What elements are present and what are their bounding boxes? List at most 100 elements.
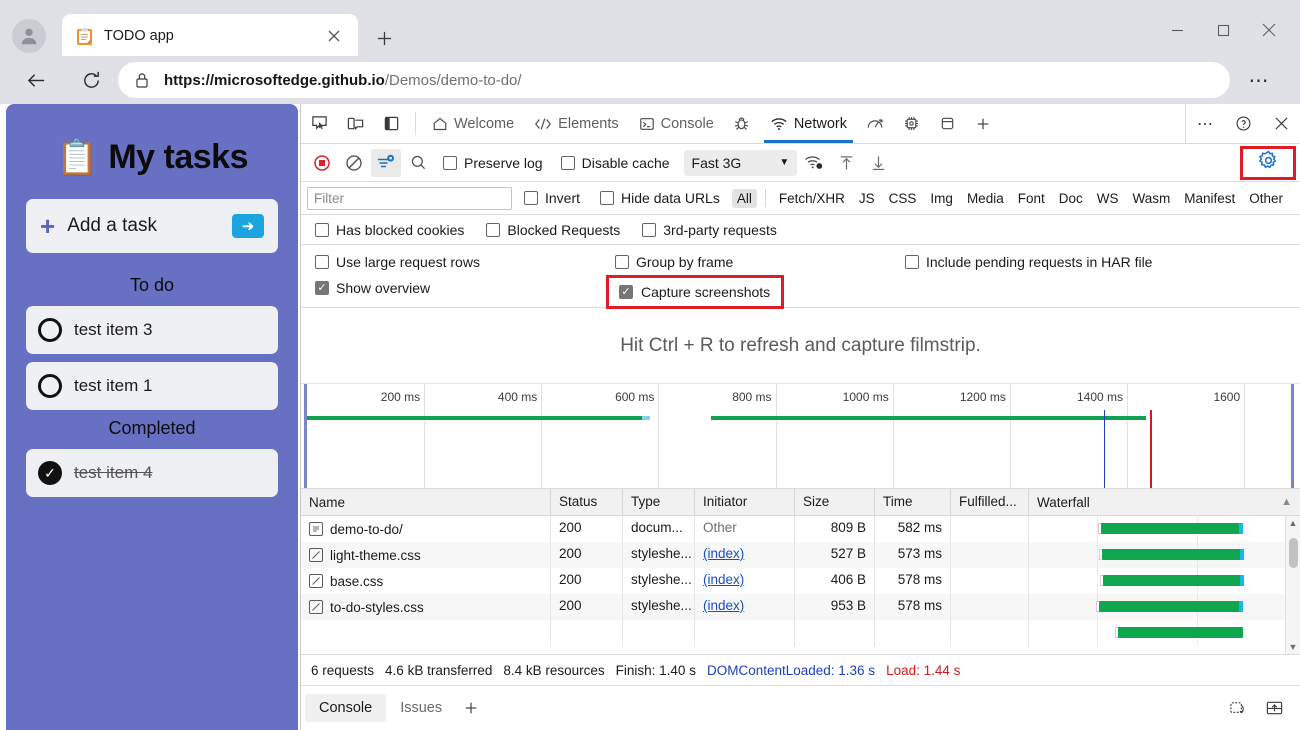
- checkbox-icon[interactable]: [905, 255, 919, 269]
- type-filter-wasm[interactable]: Wasm: [1128, 189, 1176, 208]
- type-filter-css[interactable]: CSS: [884, 189, 922, 208]
- type-filter-ws[interactable]: WS: [1092, 189, 1124, 208]
- network-overview-timeline[interactable]: 200 ms400 ms600 ms800 ms1000 ms1200 ms14…: [301, 384, 1300, 489]
- application-icon[interactable]: [929, 104, 965, 143]
- browser-tab[interactable]: TODO app: [62, 14, 358, 58]
- checkbox-icon[interactable]: [561, 156, 575, 170]
- dock-bottom-icon[interactable]: [1258, 693, 1290, 723]
- blocked-requests-checkbox[interactable]: Blocked Requests: [478, 222, 628, 238]
- device-toolbar-icon[interactable]: [337, 104, 373, 143]
- checkbox-icon[interactable]: [443, 156, 457, 170]
- profile-avatar[interactable]: [12, 19, 46, 53]
- task-item[interactable]: test item 1: [26, 362, 278, 410]
- type-filter-js[interactable]: JS: [854, 189, 880, 208]
- performance-icon[interactable]: [857, 104, 893, 143]
- drawer-tab-console[interactable]: Console: [305, 694, 386, 722]
- column-header-fulfilled[interactable]: Fulfilled...: [951, 489, 1029, 515]
- clear-icon[interactable]: [339, 149, 369, 177]
- record-stop-icon[interactable]: [307, 149, 337, 177]
- upload-icon[interactable]: [831, 149, 861, 177]
- table-row[interactable]: demo-to-do/200docum...Other809 B582 ms: [301, 516, 1300, 542]
- scroll-up-icon[interactable]: ▲: [1289, 516, 1298, 530]
- hide-data-urls-checkbox[interactable]: Hide data URLs: [592, 190, 728, 206]
- type-filter-fetchxhr[interactable]: Fetch/XHR: [774, 189, 850, 208]
- reload-icon[interactable]: [73, 62, 109, 98]
- checkbox-icon[interactable]: [619, 285, 633, 299]
- invert-checkbox[interactable]: Invert: [516, 190, 588, 206]
- task-item[interactable]: test item 3: [26, 306, 278, 354]
- cell-initiator[interactable]: (index): [695, 542, 795, 568]
- use-large-request-rows-checkbox[interactable]: Use large request rows: [307, 254, 607, 270]
- type-filter-img[interactable]: Img: [925, 189, 958, 208]
- column-header-name[interactable]: Name: [301, 489, 551, 515]
- scroll-down-icon[interactable]: ▼: [1289, 640, 1298, 654]
- scrollbar-thumb[interactable]: [1289, 538, 1298, 568]
- tab-welcome[interactable]: Welcome: [422, 104, 524, 143]
- table-row[interactable]: light-theme.css200styleshe...(index)527 …: [301, 542, 1300, 568]
- checkbox-icon[interactable]: [642, 223, 656, 237]
- task-checkbox-icon[interactable]: [38, 374, 62, 398]
- checkbox-icon[interactable]: [600, 191, 614, 205]
- memory-icon[interactable]: [893, 104, 929, 143]
- table-scrollbar[interactable]: ▲▼: [1285, 516, 1300, 654]
- filter-input[interactable]: [307, 187, 512, 210]
- more-options-icon[interactable]: ⋯: [1186, 104, 1224, 144]
- back-icon[interactable]: [18, 62, 54, 98]
- add-task-field[interactable]: + Add a task ➜: [26, 199, 278, 253]
- search-icon[interactable]: [403, 149, 433, 177]
- maximize-icon[interactable]: [1200, 12, 1246, 48]
- type-filter-doc[interactable]: Doc: [1054, 189, 1088, 208]
- column-header-type[interactable]: Type: [623, 489, 695, 515]
- column-header-time[interactable]: Time: [875, 489, 951, 515]
- type-filter-manifest[interactable]: Manifest: [1179, 189, 1240, 208]
- add-panel-icon[interactable]: [965, 104, 1001, 143]
- filter-icon[interactable]: [371, 149, 401, 177]
- column-header-size[interactable]: Size: [795, 489, 875, 515]
- type-filter-font[interactable]: Font: [1013, 189, 1050, 208]
- has-blocked-cookies-checkbox[interactable]: Has blocked cookies: [307, 222, 472, 238]
- include-pending-har-checkbox[interactable]: Include pending requests in HAR file: [897, 254, 1160, 270]
- checkbox-icon[interactable]: [315, 223, 329, 237]
- sort-ascending-icon[interactable]: ▲: [1281, 496, 1292, 508]
- download-icon[interactable]: [863, 149, 893, 177]
- help-icon[interactable]: [1224, 104, 1262, 144]
- network-settings-icon[interactable]: [799, 149, 829, 177]
- browser-more-icon[interactable]: ⋯: [1244, 66, 1274, 94]
- tab-console[interactable]: Console: [629, 104, 724, 143]
- show-overview-checkbox[interactable]: Show overview: [307, 280, 607, 296]
- minimize-icon[interactable]: [1154, 12, 1200, 48]
- drawer-add-tab-icon[interactable]: [456, 693, 486, 723]
- column-header-initiator[interactable]: Initiator: [695, 489, 795, 515]
- checkbox-icon[interactable]: [486, 223, 500, 237]
- initiator-link[interactable]: (index): [703, 546, 744, 561]
- checkbox-icon[interactable]: [524, 191, 538, 205]
- task-checked-icon[interactable]: ✓: [38, 461, 62, 485]
- throttling-select[interactable]: Fast 3G ▼: [684, 150, 798, 176]
- disable-cache-checkbox[interactable]: Disable cache: [553, 155, 678, 171]
- cell-initiator[interactable]: (index): [695, 594, 795, 620]
- inspect-icon[interactable]: [301, 104, 337, 143]
- initiator-link[interactable]: (index): [703, 598, 744, 613]
- type-filter-all[interactable]: All: [732, 189, 757, 208]
- third-party-requests-checkbox[interactable]: 3rd-party requests: [634, 222, 785, 238]
- checkbox-icon[interactable]: [315, 255, 329, 269]
- column-header-waterfall[interactable]: Waterfall ▲: [1029, 489, 1300, 515]
- close-icon[interactable]: [322, 24, 346, 48]
- new-tab-button[interactable]: [368, 22, 400, 54]
- restore-drawer-icon[interactable]: [1222, 693, 1254, 723]
- window-close-icon[interactable]: [1246, 12, 1292, 48]
- devtools-close-icon[interactable]: [1262, 104, 1300, 144]
- url-bar[interactable]: https://microsoftedge.github.io/Demos/de…: [118, 62, 1230, 98]
- group-by-frame-checkbox[interactable]: Group by frame: [607, 254, 897, 270]
- task-item-completed[interactable]: ✓ test item 4: [26, 449, 278, 497]
- column-header-status[interactable]: Status: [551, 489, 623, 515]
- checkbox-icon[interactable]: [315, 281, 329, 295]
- cell-initiator[interactable]: (index): [695, 568, 795, 594]
- checkbox-icon[interactable]: [615, 255, 629, 269]
- tab-elements[interactable]: Elements: [524, 104, 628, 143]
- gear-icon[interactable]: [1258, 150, 1279, 176]
- preserve-log-checkbox[interactable]: Preserve log: [435, 155, 551, 171]
- type-filter-media[interactable]: Media: [962, 189, 1009, 208]
- submit-arrow-icon[interactable]: ➜: [232, 214, 264, 238]
- table-row[interactable]: base.css200styleshe...(index)406 B578 ms: [301, 568, 1300, 594]
